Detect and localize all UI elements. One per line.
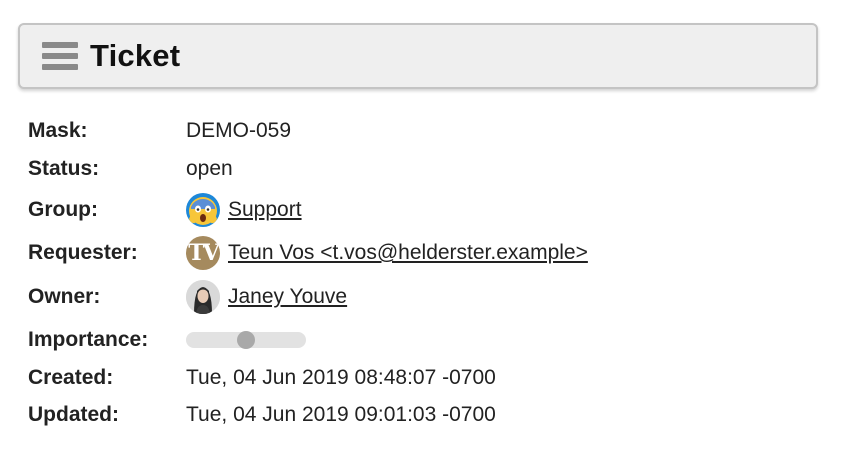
owner-link[interactable]: Janey Youve [228,285,347,309]
screaming-face-icon [186,193,220,227]
group-link[interactable]: Support [228,198,302,222]
requester-avatar: TV [186,236,220,270]
mask-value: DEMO-059 [186,119,292,142]
requester-label: Requester: [28,241,138,264]
owner-value: Janey Youve [186,280,347,314]
created-value: Tue, 04 Jun 2019 08:48:07 -0700 [186,366,496,389]
importance-value [186,331,306,349]
ticket-page: Ticket Mask: DEMO-059 Status: open Group… [0,0,850,450]
ticket-header: Ticket [18,23,818,89]
mask-label: Mask: [28,119,88,142]
group-label: Group: [28,198,98,221]
requester-link[interactable]: Teun Vos <t.vos@helderster.example> [228,241,588,265]
status-label: Status: [28,157,100,180]
hamburger-menu-icon[interactable] [42,42,78,70]
status-value: open [186,157,233,180]
page-title: Ticket [90,38,181,73]
created-label: Created: [28,366,114,389]
updated-label: Updated: [28,403,119,426]
owner-label: Owner: [28,285,101,308]
requester-value: TV Teun Vos <t.vos@helderster.example> [186,236,588,270]
importance-label: Importance: [28,328,149,351]
importance-slider-thumb[interactable] [237,331,255,349]
updated-value: Tue, 04 Jun 2019 09:01:03 -0700 [186,403,496,426]
importance-slider[interactable] [186,331,306,349]
group-value: Support [186,193,302,227]
person-avatar-icon [186,280,220,314]
